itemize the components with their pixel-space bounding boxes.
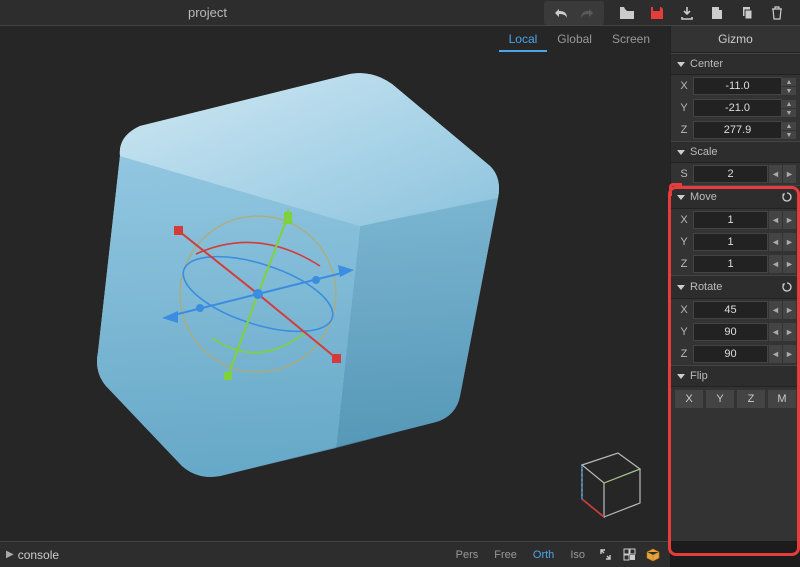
orientation-cube[interactable]: [564, 439, 652, 527]
new-doc-button[interactable]: [704, 3, 730, 23]
scale-s-inc[interactable]: ►: [782, 165, 796, 183]
flip-z-button[interactable]: Z: [737, 390, 765, 408]
open-button[interactable]: [614, 3, 640, 23]
section-move[interactable]: Move: [671, 185, 800, 209]
console-label[interactable]: console: [18, 548, 59, 562]
view-free[interactable]: Free: [487, 546, 524, 564]
center-y-input[interactable]: [693, 99, 782, 117]
section-center[interactable]: Center: [671, 53, 800, 75]
section-rotate[interactable]: Rotate: [671, 275, 800, 299]
rotate-x-inc[interactable]: ►: [782, 301, 796, 319]
flip-m-button[interactable]: M: [768, 390, 796, 408]
scale-s-dec[interactable]: ◄: [768, 165, 782, 183]
move-z-dec[interactable]: ◄: [768, 255, 782, 273]
move-z-inc[interactable]: ►: [782, 255, 796, 273]
move-y-inc[interactable]: ►: [782, 233, 796, 251]
scene-svg: [0, 26, 660, 536]
move-y-input[interactable]: [693, 233, 768, 251]
cube-icon[interactable]: [642, 545, 664, 565]
scale-s-input[interactable]: [693, 165, 768, 183]
project-title: project: [188, 5, 227, 20]
rotate-x-dec[interactable]: ◄: [768, 301, 782, 319]
section-flip[interactable]: Flip: [671, 365, 800, 387]
viewport-3d[interactable]: Local Global Screen: [0, 26, 670, 541]
move-x-inc[interactable]: ►: [782, 211, 796, 229]
rotate-reset-icon[interactable]: [780, 280, 794, 294]
rotate-z-input[interactable]: [693, 345, 768, 363]
save-button[interactable]: [644, 3, 670, 23]
move-reset-icon[interactable]: [780, 190, 794, 204]
move-y-dec[interactable]: ◄: [768, 233, 782, 251]
move-z-input[interactable]: [693, 255, 768, 273]
section-scale[interactable]: Scale: [671, 141, 800, 163]
download-button[interactable]: [674, 3, 700, 23]
move-x-dec[interactable]: ◄: [768, 211, 782, 229]
rotate-x-input[interactable]: [693, 301, 768, 319]
copy-button[interactable]: [734, 3, 760, 23]
center-y-up[interactable]: ▲: [782, 99, 796, 108]
cube-mesh[interactable]: [97, 73, 499, 477]
flip-y-button[interactable]: Y: [706, 390, 734, 408]
trash-button[interactable]: [764, 3, 790, 23]
center-y-dn[interactable]: ▼: [782, 108, 796, 117]
top-toolbar: project: [0, 0, 800, 26]
center-z-dn[interactable]: ▼: [782, 130, 796, 139]
undo-button[interactable]: [550, 3, 572, 23]
center-x-up[interactable]: ▲: [782, 77, 796, 86]
rotate-y-inc[interactable]: ►: [782, 323, 796, 341]
center-x-input[interactable]: [693, 77, 782, 95]
rotate-y-input[interactable]: [693, 323, 768, 341]
center-x-dn[interactable]: ▼: [782, 86, 796, 95]
flip-x-button[interactable]: X: [675, 390, 703, 408]
rotate-z-inc[interactable]: ►: [782, 345, 796, 363]
gizmo-panel: Gizmo Center X▲▼ Y▲▼ Z▲▼ Scale S◄► Move …: [670, 26, 800, 541]
view-iso[interactable]: Iso: [563, 546, 592, 564]
rotate-z-dec[interactable]: ◄: [768, 345, 782, 363]
console-caret-icon[interactable]: ▶: [6, 549, 14, 560]
move-x-input[interactable]: [693, 211, 768, 229]
rotate-y-dec[interactable]: ◄: [768, 323, 782, 341]
center-z-up[interactable]: ▲: [782, 121, 796, 130]
expand-icon[interactable]: [594, 545, 616, 565]
view-pers[interactable]: Pers: [449, 546, 486, 564]
view-orth[interactable]: Orth: [526, 546, 561, 564]
bottom-bar: ▶ console Pers Free Orth Iso: [0, 541, 670, 567]
panel-title: Gizmo: [671, 26, 800, 53]
center-z-input[interactable]: [693, 121, 782, 139]
redo-button[interactable]: [576, 3, 598, 23]
grid-icon[interactable]: [618, 545, 640, 565]
